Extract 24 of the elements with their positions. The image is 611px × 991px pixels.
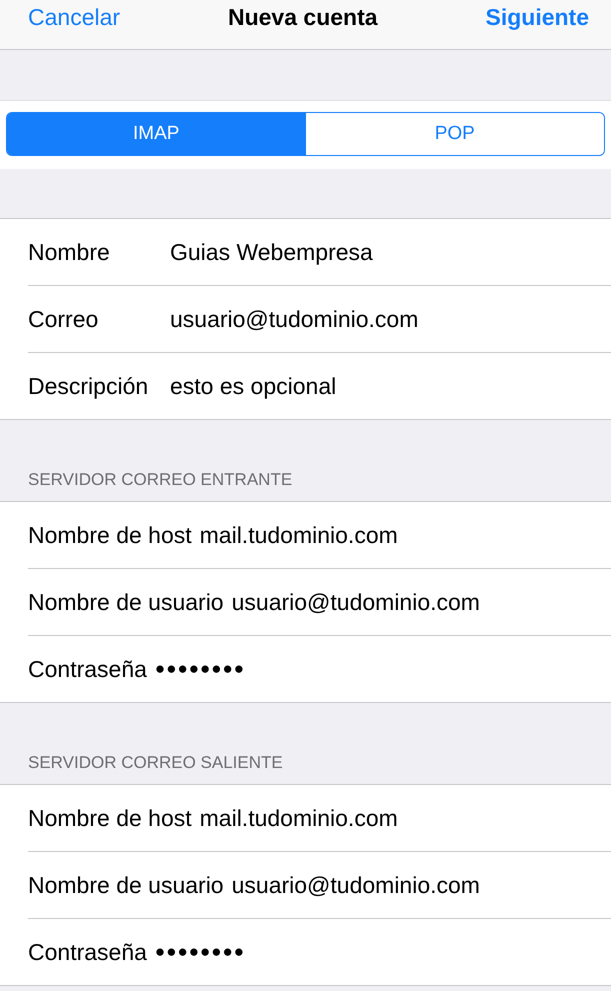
- section-header: SERVIDOR CORREO ENTRANTE: [28, 470, 292, 490]
- field-label: Nombre: [28, 238, 111, 266]
- section-header: SERVIDOR CORREO SALIENTE: [28, 753, 283, 773]
- field-label: Descripción: [28, 372, 150, 400]
- input-field[interactable]: esto es opcional: [170, 372, 336, 400]
- field-label: Nombre de usuario: [28, 588, 224, 616]
- nav-title: Nueva cuenta: [228, 3, 378, 32]
- segment-tab[interactable]: IMAP: [7, 113, 306, 155]
- input-field[interactable]: ●●●●●●●●: [154, 942, 246, 962]
- input-field[interactable]: usuario@tudominio.com: [170, 306, 418, 332]
- field-label: Contraseña: [28, 938, 147, 966]
- field-label: Nombre de host: [28, 804, 192, 832]
- field-label: Nombre de usuario: [28, 872, 224, 898]
- field-label: Contraseña: [28, 656, 147, 682]
- field-label: Correo: [28, 306, 100, 332]
- input-field[interactable]: mail.tudominio.com: [200, 804, 398, 832]
- input-field[interactable]: ●●●●●●●●: [154, 659, 246, 679]
- input-field[interactable]: usuario@tudominio.com: [232, 588, 480, 616]
- input-field[interactable]: mail.tudominio.com: [200, 522, 398, 548]
- cancel-button[interactable]: Cancelar: [28, 0, 120, 34]
- next-button[interactable]: Siguiente: [485, 0, 589, 34]
- input-field[interactable]: usuario@tudominio.com: [232, 872, 480, 898]
- field-label: Nombre de host: [28, 522, 192, 548]
- input-field[interactable]: Guias Webempresa: [170, 238, 373, 266]
